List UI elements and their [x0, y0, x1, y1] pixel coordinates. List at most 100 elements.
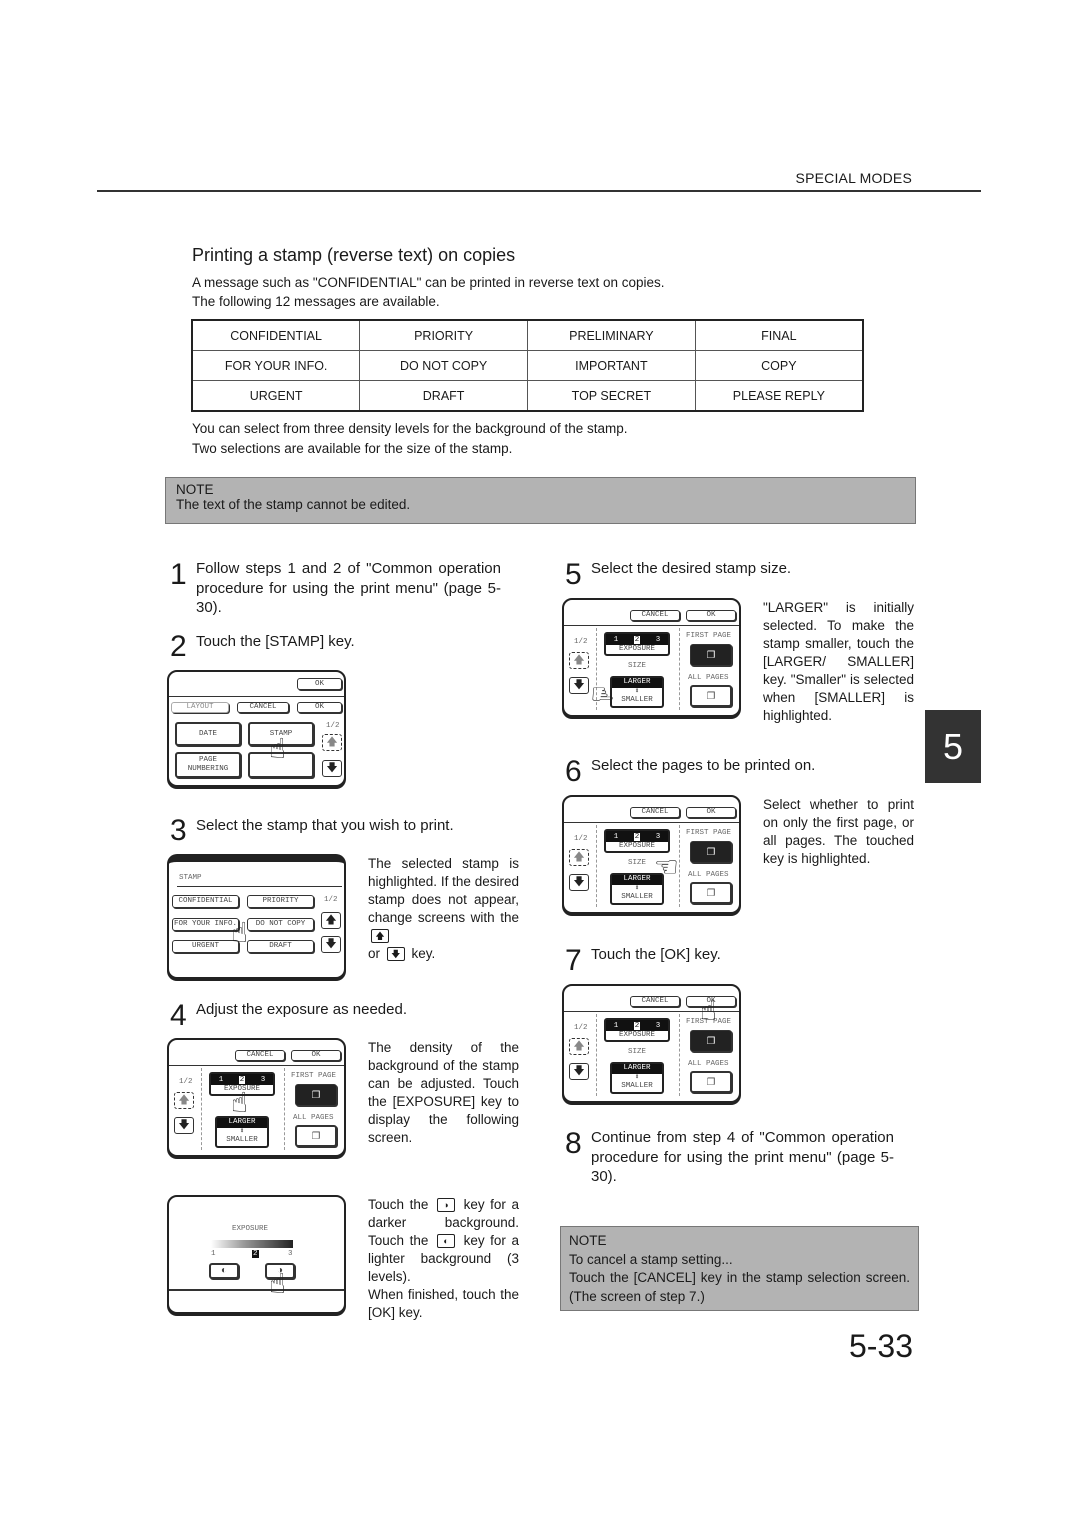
step-5-description: "LARGER" is initially selected. To make …: [763, 600, 914, 723]
all-pages-button[interactable]: ❐: [295, 1125, 337, 1147]
up-down-arrow-icon: ⬍: [239, 1127, 245, 1136]
stamp-key-for-your-info[interactable]: FOR YOUR INFO.: [172, 918, 239, 931]
stamp-key-confidential[interactable]: CONFIDENTIAL: [172, 895, 239, 908]
pointing-hand-icon: ☝: [269, 736, 286, 767]
arrow-down-icon: 🡇: [178, 1120, 190, 1132]
header-rule: [97, 190, 981, 192]
page-number: 5-33: [848, 1328, 913, 1364]
smaller-label: SMALLER: [621, 893, 653, 901]
page-indicator: 1/2: [574, 638, 588, 646]
divider: [201, 1068, 202, 1150]
chapter-tab: 5: [925, 710, 981, 783]
up-down-arrow-icon: ⬍: [634, 687, 640, 696]
exposure-key[interactable]: 1 2 3 EXPOSURE: [604, 1018, 670, 1042]
ok-button[interactable]: OK: [686, 807, 736, 818]
divider: [596, 1014, 597, 1096]
larger-smaller-key[interactable]: LARGER ⬍ SMALLER: [610, 1062, 664, 1094]
light-half-circle-icon: ◐: [220, 1265, 227, 1277]
arrow-up-icon: 🡅: [178, 1095, 190, 1107]
exposure-label: EXPOSURE: [618, 645, 655, 653]
cancel-button[interactable]: CANCEL: [235, 1050, 285, 1061]
level-1: 1: [613, 832, 619, 841]
step-text: Adjust the exposure as needed.: [196, 1001, 407, 1018]
tab-layout[interactable]: LAYOUT: [171, 702, 229, 713]
first-page-button[interactable]: ❐: [690, 841, 732, 863]
stamp-key-do-not-copy[interactable]: DO NOT COPY: [247, 918, 314, 931]
date-key[interactable]: DATE: [175, 722, 241, 746]
scroll-down-button[interactable]: 🡇: [321, 936, 341, 953]
lighter-button[interactable]: ◐: [209, 1263, 239, 1279]
step-text: Continue from step 4 of "Common operatio…: [591, 1129, 894, 1185]
ok-button[interactable]: OK: [291, 1050, 341, 1061]
size-label: SIZE: [628, 1048, 647, 1056]
arrow-down-icon: 🡇: [573, 877, 585, 889]
all-pages-button[interactable]: ❐: [690, 1071, 732, 1093]
pointing-hand-icon: ☝: [231, 920, 248, 951]
first-page-label: FIRST PAGE: [291, 1072, 337, 1080]
step-number: 2: [170, 630, 187, 663]
table-cell: DRAFT: [359, 380, 528, 412]
table-cell: PLEASE REPLY: [694, 380, 864, 412]
stamp-select-screen: STAMP CONFIDENTIAL PRIORITY FOR YOUR INF…: [167, 854, 346, 979]
level-2-selected: 2: [633, 635, 641, 644]
note-text: To cancel a stamp setting...: [569, 1251, 733, 1267]
scroll-up-button[interactable]: 🡅: [569, 1038, 589, 1055]
divider: [564, 625, 739, 626]
exposure-description: Touch the ◑ key for a darker background.…: [368, 1196, 519, 1322]
table-row: URGENT DRAFT TOP SECRET PLEASE REPLY: [191, 380, 864, 412]
divider: [177, 886, 342, 887]
page-title: Printing a stamp (reverse text) on copie…: [192, 245, 516, 265]
level-3: 3: [655, 832, 661, 841]
all-pages-button[interactable]: ❐: [690, 685, 732, 707]
level-2-selected: 2: [633, 1021, 641, 1030]
table-cell: COPY: [694, 350, 864, 381]
first-page-button[interactable]: ❐: [690, 644, 732, 666]
cancel-button[interactable]: CANCEL: [630, 807, 680, 818]
ok-button[interactable]: OK: [297, 702, 342, 713]
page-numbering-key[interactable]: PAGE NUMBERING: [175, 752, 241, 778]
smaller-label: SMALLER: [621, 1082, 653, 1090]
scroll-up-button[interactable]: 🡅: [174, 1092, 194, 1109]
cancel-button[interactable]: CANCEL: [237, 702, 289, 713]
pointing-hand-icon: ☝: [700, 998, 717, 1029]
scroll-down-button[interactable]: 🡇: [174, 1117, 194, 1134]
arrow-up-icon: 🡅: [325, 915, 337, 927]
larger-smaller-key[interactable]: LARGER ⬍ SMALLER: [610, 676, 664, 708]
stamp-key-draft[interactable]: DRAFT: [247, 940, 314, 953]
step-4-description: The density of the background of the sta…: [368, 1040, 519, 1145]
scroll-down-button[interactable]: 🡇: [569, 1063, 589, 1080]
desc-text: or: [368, 946, 381, 961]
arrow-up-icon: 🡅: [371, 929, 389, 944]
cancel-button[interactable]: CANCEL: [630, 996, 680, 1007]
divider: [679, 1014, 680, 1096]
stamp-key-priority[interactable]: PRIORITY: [247, 895, 314, 908]
arrow-down-icon: 🡇: [386, 947, 405, 962]
exposure-key[interactable]: 1 2 3 EXPOSURE: [604, 632, 670, 656]
exposure-key[interactable]: 1 2 3 EXPOSURE: [604, 829, 670, 853]
ok-button[interactable]: OK: [297, 678, 342, 690]
scroll-down-button[interactable]: 🡇: [322, 760, 342, 777]
step-6-description: Select whether to print on only the firs…: [763, 797, 914, 866]
step-text: Select the stamp that you wish to print.: [196, 817, 454, 834]
cancel-button[interactable]: CANCEL: [630, 610, 680, 621]
table-cell: IMPORTANT: [527, 350, 696, 381]
scroll-down-button[interactable]: 🡇: [569, 874, 589, 891]
first-page-button[interactable]: ❐: [690, 1030, 732, 1052]
step-text: Follow steps 1 and 2 of "Common operatio…: [196, 560, 501, 616]
larger-smaller-key[interactable]: LARGER ⬍ SMALLER: [610, 873, 664, 905]
stamp-key-urgent[interactable]: URGENT: [172, 940, 239, 953]
scroll-up-button[interactable]: 🡅: [322, 734, 342, 751]
note-box: NOTE To cancel a stamp setting... Touch …: [560, 1226, 919, 1311]
exposure-label: EXPOSURE: [618, 842, 655, 850]
level-2-selected: 2: [252, 1250, 259, 1258]
pointing-hand-icon: ☝: [583, 685, 615, 703]
table-cell: PRELIMINARY: [527, 319, 696, 351]
scroll-up-button[interactable]: 🡅: [569, 849, 589, 866]
pages-icon: ❐: [311, 1086, 321, 1103]
ok-button[interactable]: OK: [686, 610, 736, 621]
scroll-up-button[interactable]: 🡅: [569, 652, 589, 669]
scroll-up-button[interactable]: 🡅: [321, 912, 341, 929]
all-pages-button[interactable]: ❐: [690, 882, 732, 904]
first-page-button[interactable]: ❐: [295, 1084, 337, 1106]
note-heading: NOTE: [569, 1233, 607, 1248]
